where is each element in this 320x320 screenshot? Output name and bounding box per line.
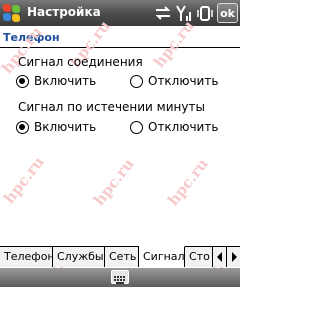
radio-button[interactable]: [130, 120, 143, 134]
radio-label: Включить: [34, 74, 97, 88]
tab-phone[interactable]: Телефон: [0, 247, 53, 267]
app-title: Настройка: [27, 5, 101, 19]
ok-button[interactable]: ok: [217, 3, 238, 23]
title-bar: Настройка ok: [0, 0, 240, 26]
signal-strength-icon[interactable]: [176, 3, 192, 23]
tab-network[interactable]: Сеть: [105, 247, 139, 267]
menu-bar: [0, 268, 240, 287]
tab-bar: Телефон Службы Сеть Сигнал Сто: [0, 246, 240, 267]
minute-signal-off-option[interactable]: Отключить: [130, 120, 218, 134]
volume-icon[interactable]: [197, 3, 213, 23]
connection-signal-on-option[interactable]: Включить: [16, 74, 96, 88]
connection-signal-label: Сигнал соединения: [18, 55, 143, 69]
connectivity-icon[interactable]: [155, 3, 171, 23]
watermark: hpc.ru: [90, 155, 138, 210]
connection-signal-off-option[interactable]: Отключить: [130, 74, 218, 88]
radio-label: Отключить: [148, 120, 219, 134]
tab-scroll-right-icon[interactable]: [226, 247, 240, 267]
tab-services[interactable]: Службы: [53, 247, 105, 267]
keyboard-icon[interactable]: [111, 270, 129, 284]
page-title: Телефон: [3, 31, 60, 44]
tab-more[interactable]: Сто: [185, 247, 213, 267]
minute-signal-label: Сигнал по истечении минуты: [18, 100, 205, 114]
radio-button-checked[interactable]: [16, 120, 29, 134]
watermark: hpc.ru: [164, 155, 212, 210]
watermark: hpc.ru: [0, 153, 48, 208]
radio-button-checked[interactable]: [16, 74, 29, 88]
start-menu-icon[interactable]: [3, 3, 21, 23]
minute-signal-on-option[interactable]: Включить: [16, 120, 96, 134]
header-divider: [0, 47, 240, 48]
tab-scroll-left-icon[interactable]: [212, 247, 226, 267]
radio-label: Включить: [34, 120, 97, 134]
radio-button[interactable]: [130, 74, 143, 88]
tab-signal[interactable]: Сигнал: [139, 246, 185, 267]
radio-label: Отключить: [148, 74, 219, 88]
bottom-area: [0, 287, 240, 320]
